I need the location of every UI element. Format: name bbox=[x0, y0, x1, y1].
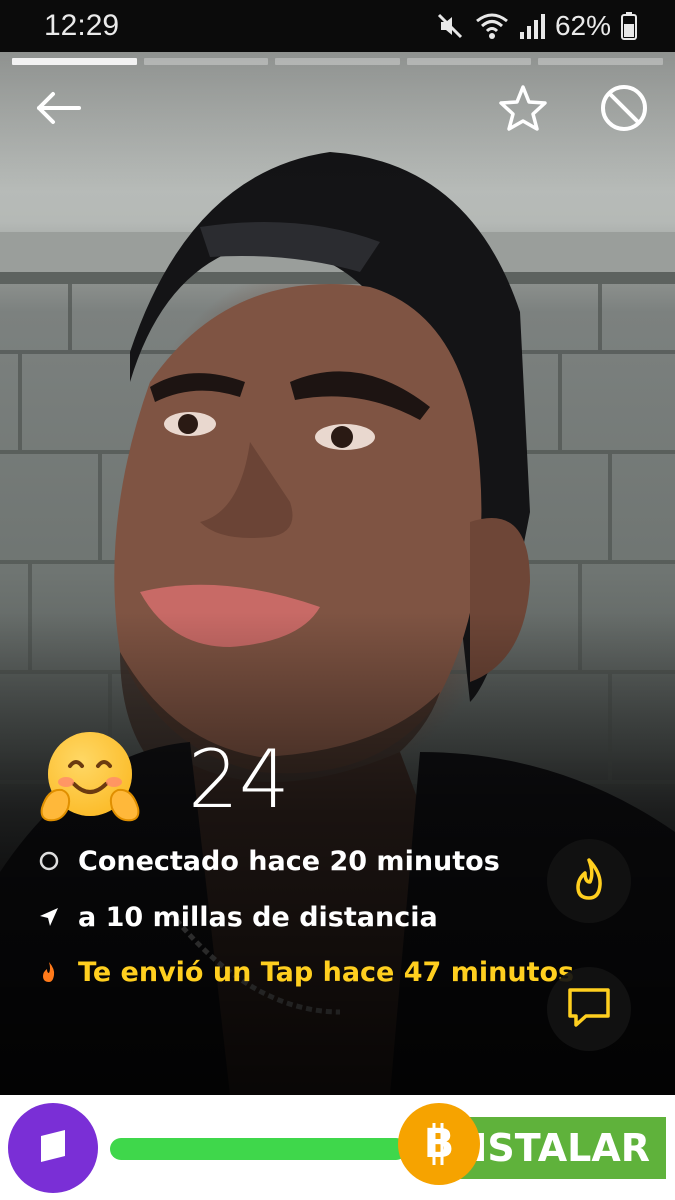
distance-row: a 10 millas de distancia bbox=[38, 897, 438, 937]
block-icon bbox=[599, 83, 649, 138]
battery-percent: 62% bbox=[554, 10, 611, 41]
battery-icon bbox=[621, 12, 637, 40]
distance-text: a 10 millas de distancia bbox=[78, 901, 438, 933]
star-icon bbox=[498, 84, 548, 137]
flame-icon bbox=[569, 857, 609, 906]
photo-gradient-overlay bbox=[0, 52, 675, 1095]
status-bar: 12:29 62% bbox=[0, 0, 675, 52]
status-time: 12:29 bbox=[44, 9, 120, 42]
favorite-button[interactable] bbox=[495, 82, 551, 138]
send-tap-button[interactable] bbox=[547, 839, 631, 923]
photo-segment[interactable] bbox=[12, 58, 137, 65]
ad-banner[interactable]: NSTALAR B bbox=[0, 1095, 675, 1200]
arrow-left-icon bbox=[35, 91, 81, 130]
chat-bubble-icon bbox=[566, 986, 612, 1033]
online-status-text: Conectado hace 20 minutos bbox=[78, 845, 500, 877]
chat-button[interactable] bbox=[547, 967, 631, 1051]
profile-age: 24 bbox=[188, 733, 290, 826]
photo-segment[interactable] bbox=[538, 58, 663, 65]
block-button[interactable] bbox=[596, 82, 652, 138]
location-arrow-icon bbox=[38, 906, 60, 928]
svg-text:B: B bbox=[424, 1121, 455, 1167]
signal-icon bbox=[519, 12, 545, 40]
hugging-face-emoji bbox=[38, 728, 142, 828]
back-button[interactable] bbox=[30, 82, 86, 138]
ad-progress-bar bbox=[110, 1138, 407, 1160]
install-button[interactable]: NSTALAR bbox=[460, 1117, 666, 1179]
ad-app-logo[interactable] bbox=[8, 1103, 98, 1193]
photo-segment[interactable] bbox=[143, 58, 269, 65]
circle-icon bbox=[38, 850, 60, 872]
app-logo-icon bbox=[33, 1126, 73, 1171]
tap-status-row: Te envió un Tap hace 47 minutos bbox=[38, 952, 574, 992]
wifi-icon bbox=[475, 11, 509, 41]
bitcoin-icon: B bbox=[398, 1103, 480, 1185]
status-icons: 62% bbox=[435, 9, 637, 43]
photo-segment[interactable] bbox=[406, 58, 532, 65]
tap-status-text: Te envió un Tap hace 47 minutos bbox=[78, 956, 575, 988]
flame-icon bbox=[38, 961, 60, 983]
photo-segment[interactable] bbox=[275, 58, 400, 65]
mute-icon bbox=[435, 11, 465, 41]
online-status-row: Conectado hace 20 minutos bbox=[38, 841, 500, 881]
photo-progress-indicator bbox=[12, 58, 663, 66]
profile-photo[interactable] bbox=[0, 52, 675, 1095]
